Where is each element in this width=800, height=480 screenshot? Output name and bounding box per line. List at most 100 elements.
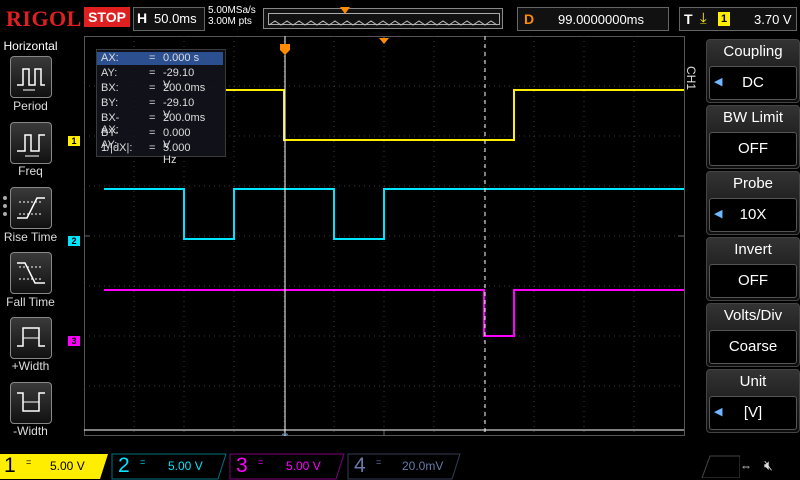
falling-edge-icon: ⤓	[700, 10, 707, 27]
channel4-number: 4	[354, 454, 366, 477]
channel2-marker[interactable]: 2	[68, 236, 80, 246]
speaker-muted-icon[interactable]: 🔇︎	[764, 457, 773, 474]
cursor-eq: =	[149, 52, 156, 64]
unit-value-box: ◀ [V]	[709, 396, 797, 430]
trigger-time-marker	[379, 38, 389, 44]
bw-limit-value-box: OFF	[709, 132, 797, 166]
channel4-tab[interactable]: 4 = 20.0mV	[354, 454, 458, 480]
probe-softkey[interactable]: Probe ◀ 10X	[706, 171, 800, 235]
frequency-button[interactable]	[10, 122, 52, 164]
channel-menu-tab: CH1	[684, 66, 700, 126]
fall-time-button[interactable]	[10, 252, 52, 294]
trigger-position-marker	[340, 7, 350, 14]
channel3-coupling-icon: =	[258, 457, 264, 467]
run-stop-status[interactable]: STOP	[84, 7, 130, 27]
cursor-eq: =	[149, 97, 156, 109]
channel1-number: 1	[4, 454, 16, 477]
channel4-coupling-icon: =	[376, 457, 382, 467]
channel2-tab[interactable]: 2 = 5.00 V	[118, 454, 222, 480]
period-icon	[17, 68, 45, 91]
channel3-scale: 5.00 V	[286, 459, 321, 473]
cursor-eq: =	[149, 82, 156, 94]
fall-time-icon	[17, 262, 45, 284]
volts-div-softkey[interactable]: Volts/Div Coarse	[706, 303, 800, 367]
channel-status-bar: 1 = 5.00 V 2 = 5.00 V 3 = 5.00 V 4 = 20.…	[0, 452, 800, 480]
channel-tab-label: CH1	[684, 66, 698, 91]
scroll-dot	[3, 196, 7, 200]
trigger-settings[interactable]: T ⤓ 1 3.70 V	[679, 7, 797, 31]
memory-depth-value: 3.00M pts	[208, 16, 252, 27]
positive-width-button[interactable]	[10, 317, 52, 359]
channel3-marker[interactable]: 3	[68, 336, 80, 346]
cursor-a-marker[interactable]	[280, 44, 290, 55]
channel1-scale: 5.00 V	[50, 459, 85, 473]
menu-tab-shape	[701, 455, 740, 478]
period-label: Period	[13, 99, 48, 113]
invert-value-box: OFF	[709, 264, 797, 298]
sample-rate-value: 5.00MSa/s	[208, 5, 256, 16]
cursor-value: 5.000 Hz	[163, 142, 191, 166]
channel1-marker[interactable]: 1	[68, 136, 80, 146]
memory-position-bar[interactable]	[263, 7, 503, 29]
cursor-eq: =	[149, 142, 156, 154]
period-button[interactable]	[10, 56, 52, 98]
cursor-eq: =	[149, 127, 156, 139]
trigger-source-badge: 1	[718, 12, 730, 26]
timebase-scale-value: 50.0ms	[154, 11, 197, 26]
bw-limit-title: BW Limit	[723, 109, 783, 126]
rise-time-icon	[17, 197, 45, 219]
volts-div-value: Coarse	[728, 338, 778, 355]
channel1-tab[interactable]: 1 = 5.00 V	[4, 454, 108, 480]
channel3-number: 3	[236, 454, 248, 477]
positive-width-label: +Width	[11, 359, 50, 373]
channel1-menu: CH1 Coupling ◀ DC BW Limit OFF Probe ◀ 1…	[684, 36, 800, 452]
positive-width-icon	[17, 327, 45, 347]
rise-time-button[interactable]	[10, 187, 52, 229]
cursor-value: 0.000 s	[163, 52, 200, 64]
memory-waveform-preview	[268, 20, 498, 26]
volts-div-value-box: Coarse	[709, 330, 797, 364]
bw-limit-softkey[interactable]: BW Limit OFF	[706, 105, 800, 169]
usb-icon: ⇔	[740, 459, 752, 473]
invert-value: OFF	[738, 272, 768, 289]
coupling-value-box: ◀ DC	[709, 66, 797, 100]
cursor-row-ax: AX: = 0.000 s	[97, 52, 223, 65]
channel1-waveform	[226, 89, 684, 141]
cursor-value: 200.0ms	[163, 112, 206, 124]
channel4-scale: 20.0mV	[402, 459, 444, 473]
bw-limit-value: OFF	[738, 140, 768, 157]
coupling-softkey[interactable]: Coupling ◀ DC	[706, 39, 800, 103]
cursor-key: BY:	[101, 97, 119, 109]
unit-softkey[interactable]: Unit ◀ [V]	[706, 369, 800, 433]
timebase-label: H	[137, 10, 148, 26]
memory-window-indicator	[268, 13, 500, 26]
channel2-scale: 5.00 V	[168, 459, 203, 473]
unit-title: Unit	[739, 373, 767, 390]
channel2-number: 2	[118, 454, 130, 477]
horizontal-timebase[interactable]: H 50.0ms	[133, 7, 205, 31]
coupling-value: DC	[742, 74, 764, 91]
negative-width-icon	[17, 392, 45, 412]
menu-title: Horizontal	[3, 39, 58, 53]
cursor-key: AY:	[101, 67, 118, 79]
probe-value-box: ◀ 10X	[709, 198, 797, 232]
volts-div-title: Volts/Div	[723, 307, 783, 324]
fall-time-label: Fall Time	[6, 295, 55, 309]
invert-softkey[interactable]: Invert OFF	[706, 237, 800, 301]
probe-value: 10X	[739, 206, 767, 223]
invert-title: Invert	[734, 241, 772, 258]
channel2-coupling-icon: =	[140, 457, 146, 467]
scroll-dot	[3, 212, 7, 216]
cursor-eq: =	[149, 112, 156, 124]
brand-logo: RIGOL	[6, 6, 82, 31]
top-status-bar: RIGOL STOP H 50.0ms 5.00MSa/s 3.00M pts …	[0, 0, 800, 36]
acquisition-info: 5.00MSa/s 3.00M pts	[208, 5, 256, 27]
unit-value: [V]	[743, 404, 763, 421]
probe-title: Probe	[732, 175, 774, 192]
channel1-coupling-icon: =	[26, 457, 32, 467]
channel3-tab[interactable]: 3 = 5.00 V	[236, 454, 340, 480]
channel3-waveform	[104, 289, 684, 337]
horizontal-delay[interactable]: D 99.0000000ms	[517, 7, 669, 31]
cursor-readout-panel: AX: = 0.000 s AY: = -29.10 V BX: = 200.0…	[96, 49, 226, 166]
negative-width-button[interactable]	[10, 382, 52, 424]
